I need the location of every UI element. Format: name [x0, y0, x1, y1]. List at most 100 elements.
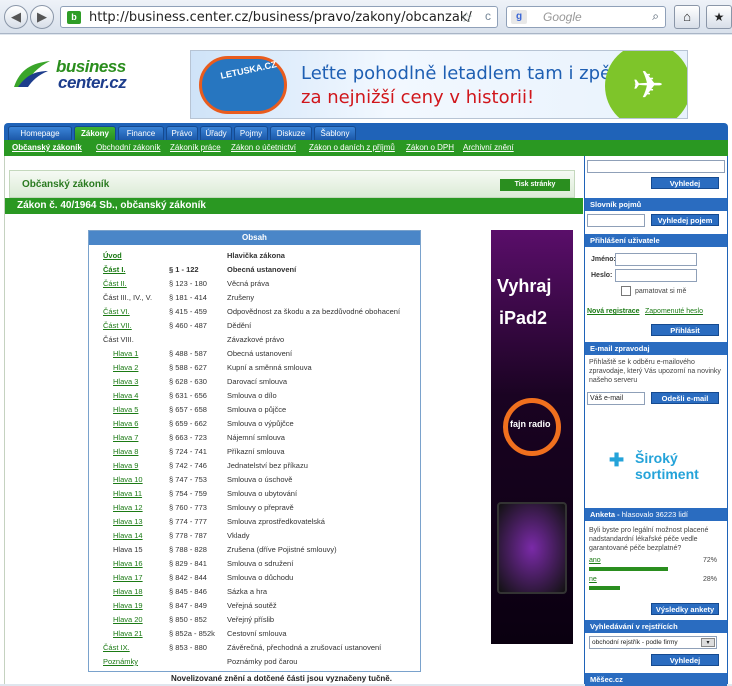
subtab-ucetnictvi[interactable]: Zákon o účetnictví — [231, 143, 296, 152]
print-button[interactable]: Tisk stránky — [500, 179, 570, 191]
toc-row: Poznámky Poznámky pod čarou — [89, 655, 420, 669]
toc-row: Hlava 16 § 829 - 841 Smlouva o sdružení — [89, 557, 420, 571]
poll-option-no[interactable]: ne — [589, 575, 597, 584]
toc-paragraph-range: § 853 - 880 — [169, 643, 207, 652]
sortiment-ad[interactable]: ✚ Široký sortiment — [595, 412, 719, 496]
ad-text-ipad2: iPad2 — [499, 308, 548, 328]
site-search-button[interactable]: Vyhledej — [651, 177, 719, 189]
forgot-password-link[interactable]: Zapomenuté heslo — [645, 307, 703, 316]
subtab-obcansky[interactable]: Občanský zákoník — [12, 143, 82, 152]
site-search-input[interactable] — [587, 160, 725, 173]
toc-description: Závazkové právo — [227, 335, 285, 344]
toc-section-link[interactable]: Hlava 9 — [113, 459, 138, 473]
register-link[interactable]: Nová registrace — [587, 307, 640, 316]
tab-pravo[interactable]: Právo — [166, 126, 198, 140]
tab-finance[interactable]: Finance — [118, 126, 164, 140]
toc-paragraph-range: § 842 - 844 — [169, 573, 207, 582]
subtab-dph[interactable]: Zákon o DPH — [406, 143, 454, 152]
tab-diskuze[interactable]: Diskuze — [270, 126, 312, 140]
newsletter-button[interactable]: Odešli e-mail — [651, 392, 719, 404]
toc-row: Hlava 17 § 842 - 844 Smlouva o důchodu — [89, 571, 420, 585]
toc-description: Smlouva zprostředkovatelská — [227, 517, 325, 526]
poll-results-button[interactable]: Výsledky ankety — [651, 603, 719, 615]
toc-section-link[interactable]: Hlava 4 — [113, 389, 138, 403]
toc-section-link[interactable]: Hlava 10 — [113, 473, 143, 487]
toc-section-link[interactable]: Hlava 12 — [113, 501, 143, 515]
forward-icon[interactable]: ▶ — [30, 5, 54, 29]
address-bar[interactable]: b http://business.center.cz/business/pra… — [60, 6, 498, 28]
toc-row: Hlava 19 § 847 - 849 Veřejná soutěž — [89, 599, 420, 613]
toc-section-link[interactable]: Hlava 17 — [113, 571, 143, 585]
tab-urady[interactable]: Úřady — [200, 126, 232, 140]
toc-paragraph-range: § 754 - 759 — [169, 489, 207, 498]
toc-row: Úvod Hlavička zákona — [89, 249, 420, 263]
toc-section-link[interactable]: Hlava 6 — [113, 417, 138, 431]
registry-search-button[interactable]: Vyhledej — [651, 654, 719, 666]
ipad-ad[interactable]: Vyhraj iPad2 fajn radio — [491, 230, 573, 644]
newsletter-text: Přihlaště se k odběru e-mailového zpravo… — [589, 359, 721, 384]
toc-section-link[interactable]: Část VII. — [103, 319, 132, 333]
toc-section-link[interactable]: Hlava 20 — [113, 613, 143, 627]
toc-section-link[interactable]: Hlava 19 — [113, 599, 143, 613]
toc-paragraph-range: § 659 - 662 — [169, 419, 207, 428]
tab-pojmy[interactable]: Pojmy — [234, 126, 268, 140]
reload-icon[interactable]: c — [485, 9, 491, 23]
home-icon[interactable]: ⌂ — [674, 5, 700, 29]
toc-row: Hlava 3 § 628 - 630 Darovací smlouva — [89, 375, 420, 389]
poll-option-yes[interactable]: ano — [589, 556, 601, 565]
poll-question: Byli byste pro legální možnost placené n… — [589, 527, 709, 552]
subtab-dane[interactable]: Zákon o daních z příjmů — [309, 143, 395, 152]
toc-section-link[interactable]: Hlava 1 — [113, 347, 138, 361]
toc-description: Smlouva o důchodu — [227, 573, 294, 582]
toc-section-link[interactable]: Hlava 13 — [113, 515, 143, 529]
letuska-banner[interactable]: LETUSKA.CZ Leťte pohodlně letadlem tam i… — [190, 50, 688, 119]
search-bar[interactable]: g Google ⌕ — [506, 6, 666, 28]
email-input[interactable]: Váš e-mail — [587, 392, 645, 405]
chevron-down-icon[interactable]: ▾ — [701, 638, 715, 647]
toc-section-link[interactable]: Hlava 18 — [113, 585, 143, 599]
login-button[interactable]: Přihlásit — [651, 324, 719, 336]
toc-row: Část III., IV., V. § 181 - 414 Zrušeny — [89, 291, 420, 305]
toc-section-link[interactable]: Část IX. — [103, 641, 130, 655]
toc-paragraph-range: § 774 - 777 — [169, 517, 207, 526]
toc-description: Zrušena (dříve Pojistné smlouvy) — [227, 545, 337, 554]
toc-description: Obecná ustanovení — [227, 349, 293, 358]
remember-checkbox[interactable] — [621, 286, 631, 296]
tab-homepage[interactable]: Homepage — [8, 126, 72, 140]
toc-paragraph-range: § 415 - 459 — [169, 307, 207, 316]
airplane-icon: ✈ — [605, 51, 687, 118]
toc-section-link[interactable]: Hlava 7 — [113, 431, 138, 445]
registry-select[interactable]: obchodní rejstřík - podle firmy ▾ — [589, 636, 717, 649]
tab-zakony[interactable]: Zákony — [74, 126, 116, 140]
google-icon[interactable]: g — [511, 10, 527, 24]
site-logo[interactable]: business center.cz — [12, 53, 137, 93]
subtab-prace[interactable]: Zákoník práce — [170, 143, 221, 152]
name-input[interactable] — [615, 253, 697, 266]
dict-input[interactable] — [587, 214, 645, 227]
bookmarks-icon[interactable]: ★ — [706, 5, 732, 29]
toc-section-link[interactable]: Část VI. — [103, 305, 130, 319]
toc-paragraph-range: § 845 - 846 — [169, 587, 207, 596]
toc-section-link[interactable]: Část II. — [103, 277, 127, 291]
bookmark-star-icon[interactable]: ☆ — [460, 9, 473, 26]
toc-section-link[interactable]: Poznámky — [103, 655, 138, 669]
toc-row: Hlava 7 § 663 - 723 Nájemní smlouva — [89, 431, 420, 445]
subtab-archiv[interactable]: Archivní znění — [463, 143, 514, 152]
search-icon[interactable]: ⌕ — [652, 9, 659, 24]
toc-section-link[interactable]: Úvod — [103, 249, 122, 263]
toc-section-link[interactable]: Hlava 11 — [113, 487, 142, 501]
tab-sablony[interactable]: Šablony — [314, 126, 356, 140]
toc-section-link[interactable]: Hlava 21 — [113, 627, 143, 641]
toc-section-link[interactable]: Hlava 14 — [113, 529, 143, 543]
toc-section-link[interactable]: Hlava 2 — [113, 361, 138, 375]
subtab-obchodni[interactable]: Obchodní zákoník — [96, 143, 160, 152]
toc-section-link[interactable]: Hlava 16 — [113, 557, 143, 571]
toc-section-link[interactable]: Část I. — [103, 263, 126, 277]
toc-section-link[interactable]: Hlava 5 — [113, 403, 138, 417]
back-icon[interactable]: ◀ — [4, 5, 28, 29]
toc-row: Hlava 9 § 742 - 746 Jednatelství bez příka… — [89, 459, 420, 473]
password-input[interactable] — [615, 269, 697, 282]
toc-section-link[interactable]: Hlava 3 — [113, 375, 138, 389]
dict-search-button[interactable]: Vyhledej pojem — [651, 214, 719, 226]
toc-section-link[interactable]: Hlava 8 — [113, 445, 138, 459]
